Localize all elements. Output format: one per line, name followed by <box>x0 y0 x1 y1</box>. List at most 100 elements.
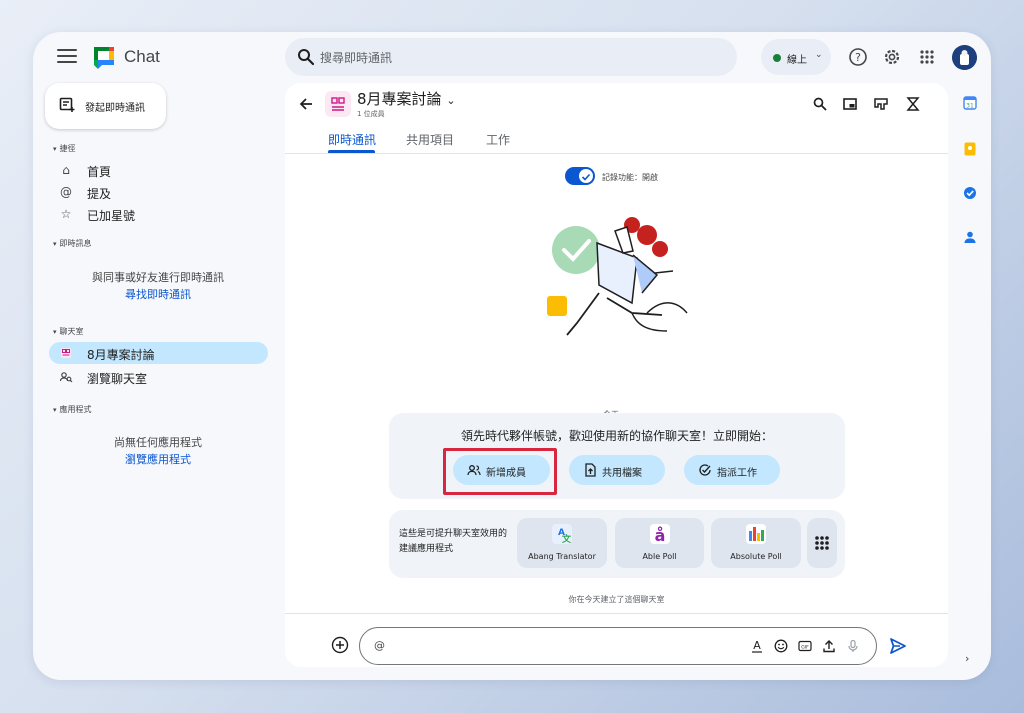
gear-icon[interactable] <box>882 47 902 67</box>
emoji-icon[interactable] <box>774 639 788 653</box>
app-abang-translator[interactable]: A 文 Abang Translator <box>517 518 607 568</box>
text-format-icon[interactable]: A <box>750 639 764 653</box>
browse-apps-link[interactable]: 瀏覽應用程式 <box>73 451 243 467</box>
share-file-label: 共用檔案 <box>602 468 642 479</box>
upload-icon[interactable] <box>822 639 836 653</box>
tab-tasks[interactable]: 工作 <box>486 131 510 148</box>
suggested-apps-text: 這些是可提升聊天室效用的建議應用程式 <box>399 529 508 554</box>
sidebar-item-label: 已加星號 <box>87 209 136 223</box>
sidebar-item-august-project[interactable]: 8月專案討論 <box>49 342 268 364</box>
chevron-down-icon: ⌄ <box>446 94 456 107</box>
shortcuts-header-label: 捷徑 <box>59 144 76 153</box>
sidebar-item-mentions[interactable]: @ 提及 <box>49 181 268 203</box>
apps-grid-icon[interactable] <box>917 47 937 67</box>
account-avatar[interactable] <box>952 45 977 70</box>
at-icon: @ <box>60 185 72 199</box>
room-avatar-icon <box>325 91 351 117</box>
keep-icon[interactable] <box>963 142 977 156</box>
search-icon[interactable] <box>812 96 828 112</box>
add-circle-icon[interactable] <box>331 636 349 654</box>
calendar-icon[interactable]: 31 <box>963 96 977 110</box>
app-title: Chat <box>124 47 160 66</box>
history-toggle[interactable] <box>565 167 595 185</box>
home-icon: ⌂ <box>62 163 70 177</box>
sidebar-item-label: 8月專案討論 <box>87 348 155 362</box>
send-icon[interactable] <box>888 636 908 656</box>
conversation-panel: 8月專案討論 ⌄ 1 位成員 即時通訊 共用項目 工作 記錄功能：開啟 領先時代… <box>285 83 948 667</box>
space-icon <box>61 348 71 358</box>
chat-window: Chat 搜尋即時通訊 線上 ⌄ ? 發起即時通訊 ▾ 捷徑 ⌂ 首頁 @ 提及… <box>33 32 991 680</box>
tasks-icon[interactable] <box>963 186 977 200</box>
spaces-section-header[interactable]: ▾ 聊天室 <box>53 326 84 337</box>
avatar-image <box>952 45 977 70</box>
svg-text:?: ? <box>855 51 861 64</box>
app-label: Abang Translator <box>528 552 596 561</box>
annotation-highlight-box <box>443 448 557 495</box>
app-label: Absolute Poll <box>730 552 782 561</box>
find-chat-link[interactable]: 尋找即時通訊 <box>73 286 243 302</box>
app-absolute-poll[interactable]: Absolute Poll <box>711 518 801 568</box>
message-input[interactable]: @ A GIF <box>359 627 877 665</box>
svg-text:å: å <box>654 526 665 545</box>
member-count[interactable]: 1 位成員 <box>357 109 385 119</box>
main-menu-icon[interactable] <box>57 49 77 65</box>
able-poll-icon: å <box>649 524 670 545</box>
sidebar-item-browse-spaces[interactable]: 瀏覽聊天室 <box>49 366 268 388</box>
microphone-icon[interactable] <box>846 639 860 653</box>
sidebar-item-home[interactable]: ⌂ 首頁 <box>49 159 268 181</box>
help-icon[interactable]: ? <box>848 47 868 67</box>
chevron-down-icon: ⌄ <box>815 50 823 60</box>
welcome-illustration <box>547 217 688 336</box>
expand-panel-chevron-icon[interactable]: › <box>965 652 969 665</box>
spaces-header-label: 聊天室 <box>59 327 84 336</box>
collapse-triangle-icon: ▾ <box>53 145 57 153</box>
suggested-apps-card: 這些是可提升聊天室效用的建議應用程式 A 文 Abang Translator … <box>389 510 845 578</box>
picture-in-picture-icon[interactable] <box>842 96 858 112</box>
search-input[interactable]: 搜尋即時通訊 <box>320 49 392 66</box>
tab-shared[interactable]: 共用項目 <box>406 131 454 148</box>
status-selector[interactable]: 線上 ⌄ <box>761 39 831 75</box>
check-icon <box>579 169 593 183</box>
gif-icon[interactable]: GIF <box>798 639 812 653</box>
svg-text:文: 文 <box>561 533 572 545</box>
apps-section-header[interactable]: ▾ 應用程式 <box>53 404 92 415</box>
star-icon: ☆ <box>60 207 72 221</box>
contacts-icon[interactable] <box>963 230 977 244</box>
room-title[interactable]: 8月專案討論 ⌄ <box>357 88 456 109</box>
new-chat-label: 發起即時通訊 <box>85 103 145 114</box>
svg-text:A: A <box>753 639 761 652</box>
assign-task-button[interactable]: 指派工作 <box>684 455 780 485</box>
app-able-poll[interactable]: å Able Poll <box>615 518 704 568</box>
svg-text:31: 31 <box>966 103 974 110</box>
more-apps-button[interactable] <box>807 518 837 568</box>
activity-icon[interactable] <box>905 96 921 112</box>
browse-spaces-icon <box>59 372 73 383</box>
shortcuts-section-header[interactable]: ▾ 捷徑 <box>53 143 76 154</box>
share-file-button[interactable]: 共用檔案 <box>569 455 665 485</box>
sidebar-item-starred[interactable]: ☆ 已加星號 <box>49 203 268 225</box>
search-icon[interactable] <box>297 48 315 66</box>
absolute-poll-icon <box>746 524 766 544</box>
collapse-triangle-icon: ▾ <box>53 328 57 336</box>
history-label: 記錄功能：開啟 <box>602 173 658 182</box>
sidebar-item-label: 瀏覽聊天室 <box>87 372 148 386</box>
task-check-icon <box>699 464 711 476</box>
search-bar[interactable]: 搜尋即時通訊 <box>285 38 737 76</box>
tab-chat[interactable]: 即時通訊 <box>328 131 376 148</box>
composer-divider <box>285 613 948 614</box>
sidebar-item-label: 提及 <box>87 187 112 201</box>
svg-text:GIF: GIF <box>801 644 809 650</box>
back-arrow-icon[interactable] <box>299 97 313 111</box>
online-dot-icon <box>773 54 781 62</box>
room-title-text: 8月專案討論 <box>357 90 442 108</box>
direct-messages-section-header[interactable]: ▾ 即時訊息 <box>53 238 92 249</box>
assign-task-label: 指派工作 <box>717 468 757 479</box>
thread-panel-icon[interactable] <box>873 96 889 112</box>
welcome-text: 領先時代夥伴帳號，歡迎使用新的協作聊天室！立即開始： <box>460 429 773 443</box>
message-input-value[interactable]: @ <box>374 639 385 652</box>
new-chat-button[interactable]: 發起即時通訊 <box>45 83 166 129</box>
app-label: Able Poll <box>642 552 677 561</box>
room-created-note: 你在今天建立了這個聊天室 <box>568 595 665 604</box>
apps-header-label: 應用程式 <box>59 405 92 414</box>
status-label: 線上 <box>787 55 807 66</box>
